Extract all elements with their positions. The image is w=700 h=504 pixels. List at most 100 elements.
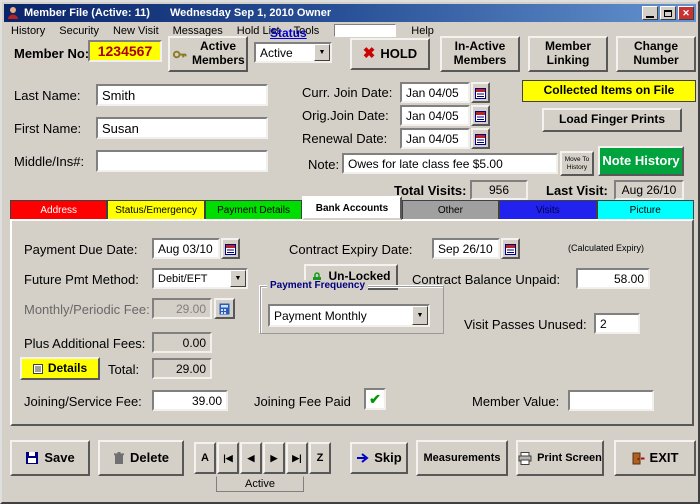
tab-strip: Address Status/Emergency Payment Details… (10, 196, 694, 220)
member-linking-button[interactable]: Member Linking (528, 36, 608, 72)
first-name-label: First Name: (14, 121, 82, 136)
chevron-down-icon[interactable]: ▼ (230, 270, 246, 287)
monthly-fee-label: Monthly/Periodic Fee: (24, 302, 150, 317)
exit-button[interactable]: EXIT (614, 440, 696, 476)
trash-icon (113, 452, 124, 464)
contract-expiry-field[interactable]: Sep 26/10 (432, 238, 500, 259)
curr-join-calendar-button[interactable] (471, 82, 490, 103)
status-dropdown[interactable]: Active ▼ (254, 42, 332, 63)
titlebar: Member File (Active: 11) Wednesday Sep 1… (4, 4, 696, 22)
save-button[interactable]: Save (10, 440, 90, 476)
save-label: Save (44, 449, 75, 465)
tab-picture[interactable]: Picture (596, 200, 694, 220)
due-date-calendar-button[interactable] (221, 238, 240, 259)
monthly-fee-edit-button[interactable] (214, 298, 235, 319)
nav-next-record-button[interactable]: ▶ (263, 442, 285, 474)
menu-new-visit[interactable]: New Visit (106, 24, 166, 38)
minimize-icon (646, 15, 654, 18)
change-number-button[interactable]: Change Number (616, 36, 696, 72)
tab-payment-details[interactable]: Payment Details (204, 200, 303, 220)
note-history-button[interactable]: Note History (598, 146, 684, 176)
nav-last-letter-button[interactable]: Z (309, 442, 331, 474)
curr-join-date-field[interactable]: Jan 04/05 (400, 82, 470, 103)
note-history-label: Note History (602, 152, 680, 168)
joining-fee-paid-checkbox[interactable]: ✔ (364, 388, 386, 410)
renewal-calendar-button[interactable] (471, 128, 490, 149)
skip-label: Skip (374, 449, 402, 465)
nav-last-record-button[interactable]: ▶| (286, 442, 308, 474)
visit-passes-field[interactable]: 2 (594, 313, 640, 334)
inactive-members-label: In-Active Members (453, 39, 507, 67)
hold-button[interactable]: ✖ HOLD (350, 38, 430, 70)
tab-address[interactable]: Address (10, 200, 108, 220)
monthly-fee-field: 29.00 (152, 298, 212, 319)
bottom-tab-active[interactable]: Active (216, 476, 304, 492)
move-to-history-button[interactable]: Move To History (560, 151, 594, 176)
print-screen-button[interactable]: Print Screen (516, 440, 604, 476)
joining-fee-field[interactable]: 39.00 (152, 390, 228, 411)
load-fingerprints-label: Load Finger Prints (558, 112, 665, 127)
tab-visits[interactable]: Visits (499, 200, 597, 220)
joining-fee-paid-label: Joining Fee Paid (254, 394, 351, 409)
expiry-calendar-button[interactable] (501, 238, 520, 259)
skip-arrow-icon (357, 453, 369, 463)
renewal-date-label: Renewal Date: (302, 131, 388, 146)
member-value-label: Member Value: (472, 394, 560, 409)
member-linking-label: Member Linking (544, 39, 591, 67)
menu-help[interactable]: Help (404, 24, 441, 38)
inactive-members-button[interactable]: In-Active Members (440, 36, 520, 72)
payment-frequency-dropdown[interactable]: Payment Monthly ▼ (268, 304, 430, 327)
future-pmt-method-label: Future Pmt Method: (24, 272, 139, 287)
active-members-label: Active Members (192, 39, 245, 67)
payment-due-date-field[interactable]: Aug 03/10 (152, 238, 220, 259)
note-field[interactable]: Owes for late class fee $5.00 (342, 153, 558, 174)
location-selector-box[interactable] (334, 24, 397, 37)
middle-ins-field[interactable] (96, 150, 268, 172)
renewal-date-field[interactable]: Jan 04/05 (400, 128, 470, 149)
curr-join-date-label: Curr. Join Date: (302, 85, 393, 100)
visit-passes-label: Visit Passes Unused: (464, 317, 587, 332)
contract-expiry-label: Contract Expiry Date: (289, 242, 413, 257)
future-pmt-method-dropdown[interactable]: Debit/EFT ▼ (152, 268, 248, 289)
orig-join-date-field[interactable]: Jan 04/05 (400, 105, 470, 126)
skip-button[interactable]: Skip (350, 442, 408, 474)
delete-label: Delete (129, 449, 170, 465)
contract-balance-field[interactable]: 58.00 (576, 268, 650, 289)
nav-prev-record-button[interactable]: ◀ (240, 442, 262, 474)
minimize-button[interactable] (642, 6, 658, 20)
chevron-down-icon[interactable]: ▼ (412, 306, 428, 325)
tab-other[interactable]: Other (401, 200, 500, 220)
member-no-field[interactable]: 1234567 (88, 40, 162, 62)
tab-bank-accounts[interactable]: Bank Accounts (302, 196, 402, 220)
change-number-label: Change Number (633, 39, 679, 67)
hold-label: HOLD (380, 45, 418, 61)
member-value-field[interactable] (568, 390, 654, 411)
menu-history[interactable]: History (4, 24, 52, 38)
measurements-button[interactable]: Measurements (416, 440, 508, 476)
load-fingerprints-button[interactable]: Load Finger Prints (542, 108, 682, 132)
chevron-down-icon[interactable]: ▼ (314, 44, 330, 61)
details-button[interactable]: Details (20, 357, 100, 380)
joining-fee-label: Joining/Service Fee: (24, 394, 142, 409)
payment-frequency-value: Payment Monthly (274, 308, 367, 323)
nav-first-record-button[interactable]: |◀ (217, 442, 239, 474)
payment-due-date-label: Payment Due Date: (24, 242, 138, 257)
calendar-icon (225, 243, 236, 255)
move-to-history-label: Move To History (564, 155, 590, 171)
collected-items-button[interactable]: Collected Items on File (522, 80, 696, 102)
first-name-field[interactable]: Susan (96, 117, 268, 139)
last-name-field[interactable]: Smith (96, 84, 268, 106)
window-title: Member File (Active: 11) (24, 7, 150, 19)
active-members-button[interactable]: Active Members (168, 36, 248, 72)
tab-status-emergency[interactable]: Status/Emergency (107, 200, 205, 220)
nav-first-letter-button[interactable]: A (194, 442, 216, 474)
close-button[interactable]: ✕ (678, 6, 694, 20)
maximize-button[interactable] (660, 6, 676, 20)
collected-items-label: Collected Items on File (543, 83, 675, 98)
calendar-icon (475, 110, 486, 122)
delete-button[interactable]: Delete (98, 440, 184, 476)
menu-security[interactable]: Security (52, 24, 106, 38)
last-name-label: Last Name: (14, 88, 81, 103)
orig-join-calendar-button[interactable] (471, 105, 490, 126)
calendar-icon (475, 87, 486, 99)
